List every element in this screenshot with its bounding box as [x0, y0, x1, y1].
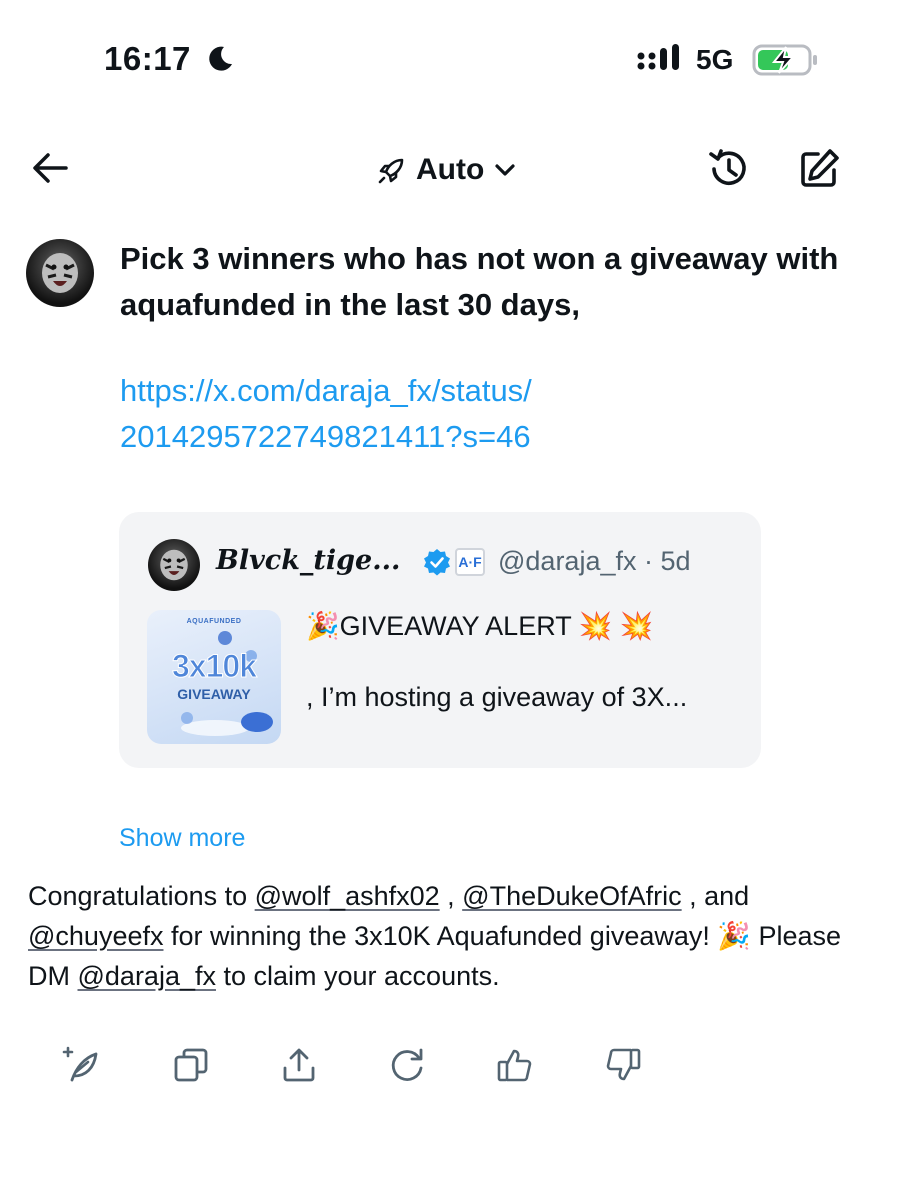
assistant-answer: Congratulations to @wolf_ashfx02 , @TheD…: [28, 876, 873, 996]
refresh-button[interactable]: [388, 1046, 426, 1084]
quote-author-name: 𝑩𝒍𝒗𝒄𝒌_𝒕𝒊𝒈𝒆...: [216, 545, 401, 576]
battery-charging-icon: [752, 44, 817, 76]
mode-selector[interactable]: Auto: [376, 150, 518, 190]
prompt-link[interactable]: https://x.com/daraja_fx/status/ 20142957…: [120, 368, 840, 460]
back-arrow-icon[interactable]: [30, 150, 70, 186]
prompt-text: Pick 3 winners who has not won a giveawa…: [120, 241, 839, 322]
mention-chuyeefx[interactable]: @chuyeefx: [28, 921, 163, 951]
signal-icon: [637, 44, 679, 70]
thumbs-up-icon: [497, 1049, 532, 1082]
quote-handle-time: @daraja_fx · 5d: [498, 546, 691, 576]
prompt-link-line1[interactable]: https://x.com/daraja_fx/status/: [120, 368, 840, 414]
rocket-icon: [378, 158, 404, 184]
mode-label: Auto: [416, 153, 485, 186]
dislike-button[interactable]: [604, 1046, 642, 1084]
compose-icon[interactable]: [796, 146, 842, 192]
mention-daraja-fx[interactable]: @daraja_fx: [78, 961, 216, 991]
history-icon[interactable]: [706, 146, 752, 192]
quote-media-thumbnail[interactable]: AQUAFUNDED 3x10k GIVEAWAY: [147, 610, 281, 744]
like-button[interactable]: [496, 1046, 534, 1084]
thumb-headline: 3x10k: [172, 648, 258, 685]
answer-text-3: , and: [681, 881, 750, 911]
network-label: 5G: [696, 44, 734, 75]
quote-text-line2: , I’m hosting a giveaway of 3X...: [306, 682, 688, 712]
answer-text-1: Congratulations to: [28, 881, 255, 911]
status-time: 16:17: [104, 40, 191, 77]
affiliate-badge: A·F: [455, 548, 485, 576]
copy-icon: [174, 1048, 208, 1082]
answer-text-2: ,: [439, 881, 463, 911]
refresh-icon: [391, 1048, 423, 1081]
moon-icon: [209, 46, 232, 71]
copy-button[interactable]: [172, 1046, 210, 1084]
feather-plus-icon: [62, 1046, 98, 1082]
show-more-link[interactable]: Show more: [119, 824, 245, 853]
tiger-avatar-image: [42, 253, 78, 293]
verified-badge-icon: [424, 549, 450, 576]
quote-text-line1: 🎉GIVEAWAY ALERT 💥 💥: [306, 611, 654, 641]
prompt-link-line2[interactable]: 2014295722749821411?s=46: [120, 414, 840, 460]
thumb-subtitle: GIVEAWAY: [177, 686, 251, 702]
user-avatar: [26, 239, 94, 307]
mention-thedukeofafric[interactable]: @TheDukeOfAfric: [462, 881, 681, 911]
mention-wolf-ashfx02[interactable]: @wolf_ashfx02: [255, 881, 440, 911]
share-button[interactable]: [280, 1046, 318, 1084]
thumbs-down-icon: [606, 1048, 641, 1081]
tiger-avatar-image: [160, 549, 188, 581]
answer-text-5: to claim your accounts.: [215, 961, 500, 991]
share-icon: [283, 1048, 315, 1082]
chevron-down-icon: [495, 164, 515, 176]
regenerate-button[interactable]: [62, 1046, 100, 1084]
quote-author-avatar: [148, 539, 200, 591]
